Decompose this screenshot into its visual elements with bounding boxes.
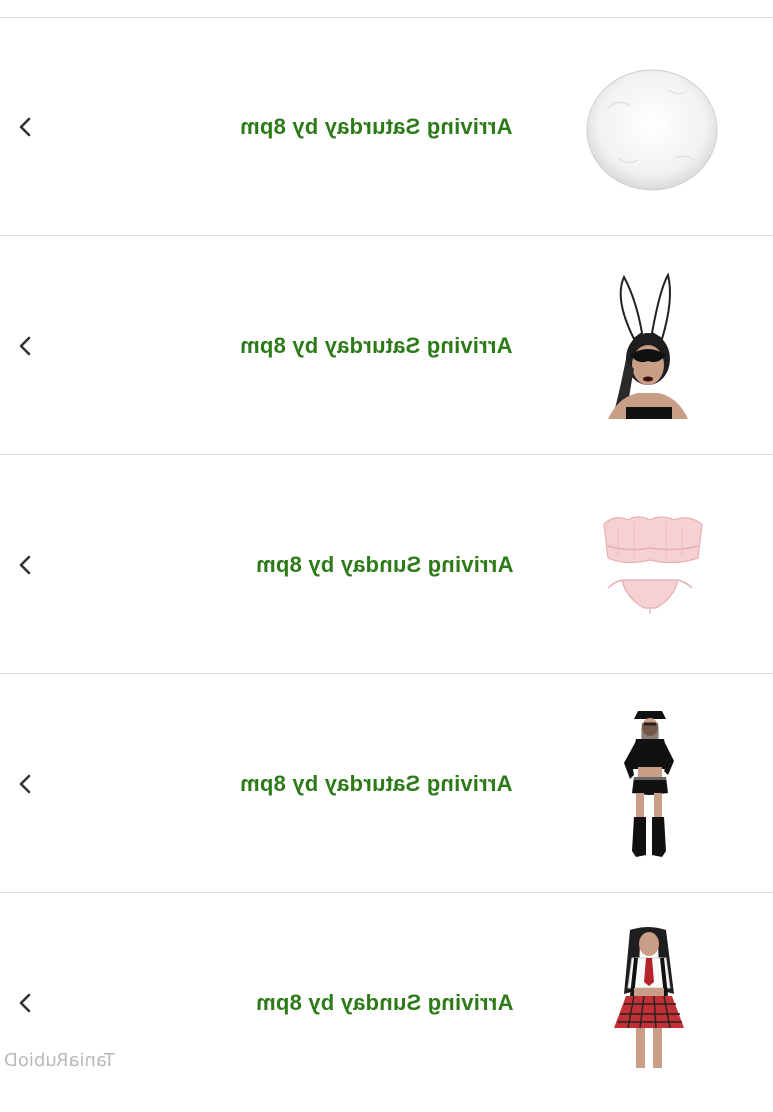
product-thumbnail-bunny-ears[interactable] [578, 269, 718, 429]
product-thumbnail-police-costume[interactable] [578, 705, 718, 865]
delivery-status: Arriving Sunday by 8pm [255, 552, 513, 577]
delivery-status: Arriving Saturday by 8pm [240, 333, 513, 358]
order-row-1[interactable]: Arriving Saturday by 8pm [0, 18, 773, 236]
delivery-status: Arriving Saturday by 8pm [240, 771, 513, 796]
chevron-left-icon[interactable] [14, 115, 38, 139]
order-row-4[interactable]: Arriving Saturday by 8pm [0, 675, 773, 893]
order-row-3[interactable]: Arriving Sunday by 8pm [0, 456, 773, 674]
watermark: TaniaRubioD [4, 1050, 115, 1071]
chevron-left-icon[interactable] [14, 772, 38, 796]
delivery-status: Arriving Sunday by 8pm [255, 990, 513, 1015]
chevron-left-icon[interactable] [14, 991, 38, 1015]
order-row-2[interactable]: Arriving Saturday by 8pm [0, 237, 773, 455]
chevron-left-icon[interactable] [14, 553, 38, 577]
product-thumbnail-schoolgirl-costume[interactable] [578, 924, 718, 1084]
chevron-left-icon[interactable] [14, 334, 38, 358]
product-thumbnail-pom-pom[interactable] [578, 48, 718, 208]
order-row-5[interactable]: Arriving Sunday by 8pm [0, 894, 773, 1112]
delivery-status: Arriving Saturday by 8pm [240, 114, 513, 139]
order-list: Arriving Saturday by 8pm Arriving Saturd… [0, 0, 773, 1080]
product-thumbnail-pink-lingerie[interactable] [578, 486, 718, 646]
